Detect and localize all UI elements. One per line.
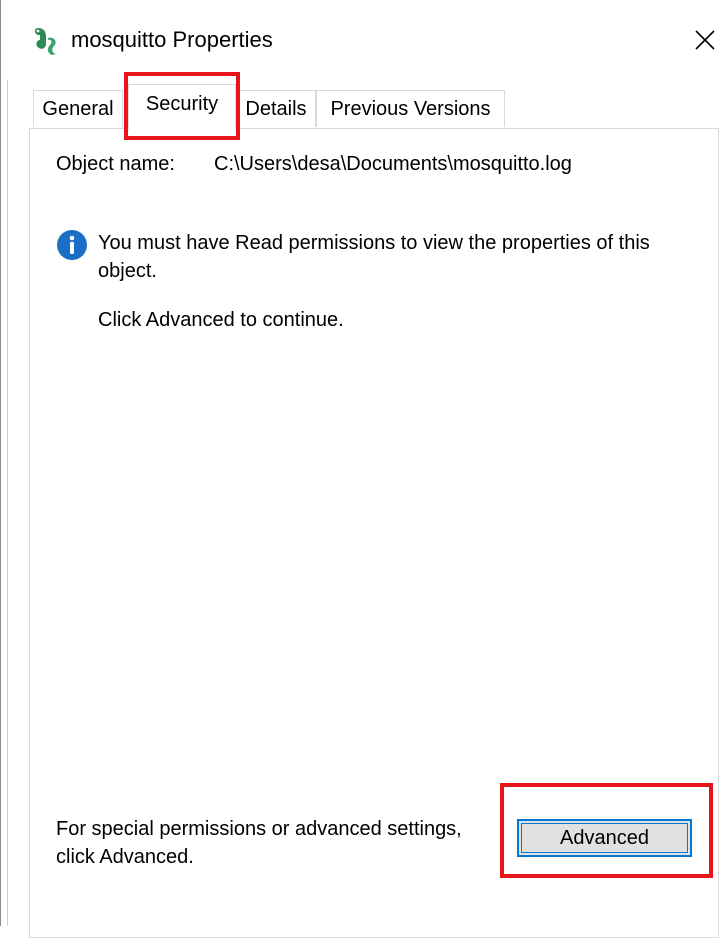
tab-details[interactable]: Details [236, 90, 316, 127]
advanced-button[interactable]: Advanced [517, 819, 692, 857]
tab-strip: General Security Details Previous Versio… [1, 84, 725, 129]
title-bar[interactable]: mosquitto Properties [1, 0, 725, 80]
object-name-label: Object name: [56, 153, 175, 175]
close-icon[interactable] [691, 26, 719, 54]
continue-instruction: Click Advanced to continue. [98, 309, 344, 331]
window-edge [1, 0, 8, 926]
window-title: mosquitto Properties [71, 27, 273, 52]
tab-general[interactable]: General [33, 90, 123, 127]
info-icon [56, 229, 88, 261]
object-name-value: C:\Users\desa\Documents\mosquitto.log [214, 153, 572, 175]
properties-dialog: mosquitto Properties General Security De… [0, 0, 725, 938]
permissions-info-message: You must have Read permissions to view t… [98, 232, 650, 282]
special-permissions-text: For special permissions or advanced sett… [56, 818, 462, 868]
mosquitto-app-icon [32, 24, 60, 56]
focus-rectangle [521, 823, 688, 853]
tab-security[interactable]: Security [128, 84, 236, 129]
tab-previous-versions[interactable]: Previous Versions [316, 90, 505, 127]
